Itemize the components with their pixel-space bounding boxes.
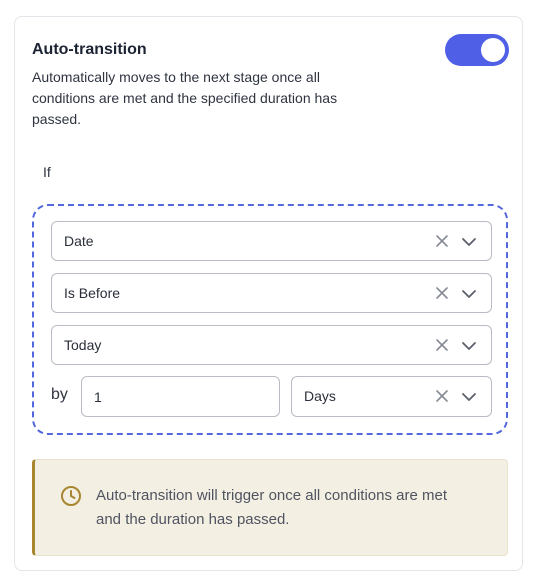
clear-icon[interactable]: [435, 234, 449, 248]
auto-transition-toggle[interactable]: [445, 34, 509, 66]
duration-unit-value: Days: [304, 388, 336, 404]
clock-icon: [61, 486, 81, 506]
clear-icon[interactable]: [435, 286, 449, 300]
target-select[interactable]: Today: [51, 325, 492, 365]
operator-select-value: Is Before: [64, 285, 121, 301]
operator-select[interactable]: Is Before: [51, 273, 492, 313]
duration-unit-select[interactable]: Days: [291, 376, 492, 417]
by-label: by: [51, 386, 68, 403]
field-select-value: Date: [64, 233, 94, 249]
notice-message: Auto-transition will trigger once all co…: [96, 487, 447, 528]
target-select-value: Today: [64, 337, 102, 353]
clear-icon[interactable]: [435, 338, 449, 352]
condition-group: Date Is Before Today by 1 Days: [32, 204, 508, 435]
chevron-down-icon[interactable]: [461, 390, 477, 404]
card-description: Automatically moves to the next stage on…: [32, 69, 338, 127]
field-select[interactable]: Date: [51, 221, 492, 261]
toggle-knob: [481, 38, 505, 62]
card-title: Auto-transition: [32, 41, 147, 58]
chevron-down-icon[interactable]: [461, 235, 477, 249]
duration-amount-input[interactable]: [81, 376, 280, 417]
clear-icon[interactable]: [435, 389, 449, 403]
chevron-down-icon[interactable]: [461, 287, 477, 301]
auto-transition-card: Auto-transition Automatically moves to t…: [14, 16, 523, 571]
info-notice: Auto-transition will trigger once all co…: [32, 459, 508, 556]
if-label: If: [43, 164, 51, 180]
chevron-down-icon[interactable]: [461, 339, 477, 353]
